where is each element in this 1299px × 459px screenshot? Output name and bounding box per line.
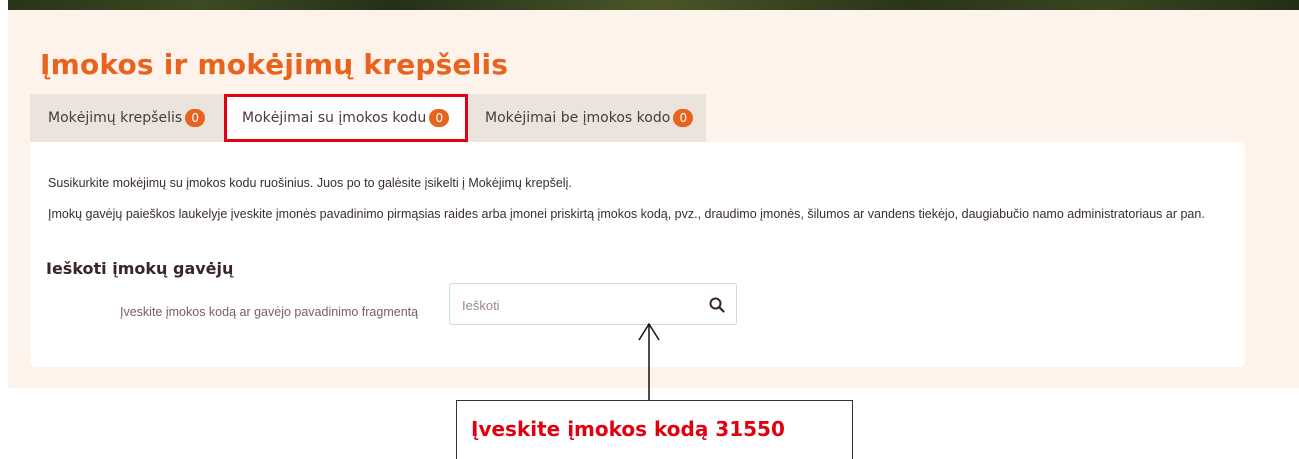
search-label: Įveskite įmokos kodą ar gavėjo pavadinim… [120, 305, 419, 319]
search-icon[interactable] [706, 294, 728, 316]
search-input[interactable] [460, 294, 694, 316]
intro-text: Susikurkite mokėjimų su įmokos kodu ruoš… [48, 176, 572, 190]
tab-label: Mokėjimai su įmokos kodu [242, 110, 427, 126]
search-box [449, 283, 737, 325]
count-badge: 0 [429, 109, 450, 127]
callout-text: Įveskite įmokos kodą 31550 [471, 417, 785, 441]
tab-payments-with-code[interactable]: Mokėjimai su įmokos kodu 0 [224, 94, 468, 142]
instruction-callout: Įveskite įmokos kodą 31550 [456, 400, 853, 459]
search-heading: Ieškoti įmokų gavėjų [46, 259, 234, 278]
help-text: Įmokų gavėjų paieškos laukelyje įveskite… [48, 207, 1205, 221]
tab-label: Mokėjimai be įmokos kodo [485, 110, 671, 126]
tab-payments-without-code[interactable]: Mokėjimai be įmokos kodo 0 [485, 94, 694, 142]
tab-bar: Mokėjimų krepšelis 0 Mokėjimai su įmokos… [30, 94, 706, 142]
count-badge: 0 [185, 109, 206, 127]
tab-label: Mokėjimų krepšelis [48, 110, 183, 126]
header-banner-strip [8, 0, 1299, 10]
page-title: Įmokos ir mokėjimų krepšelis [40, 48, 509, 81]
tab-payment-basket[interactable]: Mokėjimų krepšelis 0 [48, 94, 206, 142]
count-badge: 0 [673, 109, 694, 127]
arrow-up-icon [638, 322, 660, 402]
